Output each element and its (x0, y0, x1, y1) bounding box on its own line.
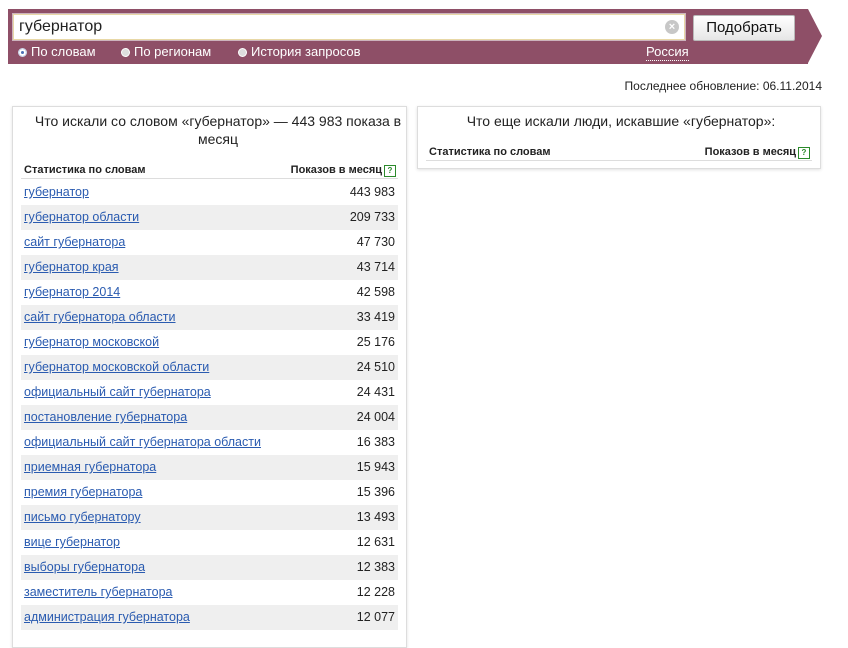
keyword-link[interactable]: официальный сайт губернатора области (24, 430, 261, 455)
tab-label: По словам (31, 44, 96, 59)
column-header-count-label: Показов в месяц (290, 164, 382, 176)
table-row: сайт губернатора области 33 419 (21, 305, 398, 330)
table-row: администрация губернатора 12 077 (21, 605, 398, 630)
keyword-link[interactable]: сайт губернатора (24, 230, 125, 255)
region-selector-link[interactable]: Россия (646, 44, 689, 61)
submit-button[interactable]: Подобрать (693, 15, 795, 41)
header-divider (426, 160, 812, 161)
keyword-link[interactable]: приемная губернатора (24, 455, 156, 480)
tab-label: История запросов (251, 44, 361, 59)
impressions-count: 12 077 (356, 610, 395, 624)
keyword-link[interactable]: губернатор (24, 180, 89, 205)
table-row: вице губернатор 12 631 (21, 530, 398, 555)
tab-by-words[interactable]: По словам (18, 44, 96, 60)
table-row: официальный сайт губернатора области 16 3… (21, 430, 398, 455)
impressions-count: 12 383 (356, 560, 395, 574)
keyword-link[interactable]: губернатор 2014 (24, 280, 120, 305)
tab-query-history[interactable]: История запросов (238, 44, 361, 60)
column-header-count-label: Показов в месяц (704, 146, 796, 158)
keyword-stats-panel: Что искали со словом «губернатор» — 443 … (12, 106, 407, 648)
keyword-link[interactable]: официальный сайт губернатора (24, 380, 211, 405)
tab-by-regions[interactable]: По регионам (121, 44, 211, 60)
table-row: губернатор области 209 733 (21, 205, 398, 230)
keyword-link[interactable]: губернатор края (24, 255, 119, 280)
impressions-count: 24 004 (356, 410, 395, 424)
table-row: приемная губернатора 15 943 (21, 455, 398, 480)
table-row: губернатор края 43 714 (21, 255, 398, 280)
keyword-link[interactable]: постановление губернатора (24, 405, 187, 430)
radio-icon[interactable] (238, 48, 247, 57)
related-queries-panel: Что еще искали люди, искавшие «губернато… (417, 106, 821, 169)
clear-icon[interactable]: × (665, 20, 679, 34)
table-row: официальный сайт губернатора 24 431 (21, 380, 398, 405)
impressions-count: 16 383 (356, 435, 395, 449)
keyword-link[interactable]: письмо губернатору (24, 505, 141, 530)
table-row: губернатор 2014 42 598 (21, 280, 398, 305)
impressions-count: 33 419 (356, 310, 395, 324)
impressions-count: 24 431 (356, 385, 395, 399)
table-row: премия губернатора 15 396 (21, 480, 398, 505)
keyword-table: губернатор 443 983 губернатор области 209 7… (21, 180, 398, 630)
impressions-count: 12 228 (356, 585, 395, 599)
table-row: губернатор 443 983 (21, 180, 398, 205)
panel-title: Что еще искали люди, искавшие «губернато… (466, 113, 776, 129)
panel-title: Что искали со словом «губернатор» — 443 … (34, 113, 402, 147)
impressions-count: 15 943 (356, 460, 395, 474)
impressions-count: 24 510 (356, 360, 395, 374)
header-arrow-decoration (808, 9, 822, 63)
keyword-link[interactable]: премия губернатора (24, 480, 142, 505)
search-box[interactable]: × (12, 13, 686, 41)
header-divider (21, 178, 398, 179)
radio-icon[interactable] (121, 48, 130, 57)
column-header-words: Статистика по словам (429, 146, 551, 158)
table-row: письмо губернатору 13 493 (21, 505, 398, 530)
impressions-count: 443 983 (349, 185, 395, 199)
impressions-count: 43 714 (356, 260, 395, 274)
impressions-count: 15 396 (356, 485, 395, 499)
help-icon[interactable]: ? (798, 147, 810, 159)
impressions-count: 209 733 (349, 210, 395, 224)
impressions-count: 47 730 (356, 235, 395, 249)
keyword-link[interactable]: администрация губернатора (24, 605, 190, 630)
last-update-text: Последнее обновление: 06.11.2014 (624, 79, 822, 93)
search-input[interactable] (19, 17, 659, 37)
keyword-link[interactable]: заместитель губернатора (24, 580, 172, 605)
keyword-link[interactable]: губернатор московской области (24, 355, 209, 380)
table-row: губернатор московской области 24 510 (21, 355, 398, 380)
impressions-count: 13 493 (356, 510, 395, 524)
keyword-link[interactable]: сайт губернатора области (24, 305, 176, 330)
help-icon[interactable]: ? (384, 165, 396, 177)
table-row: губернатор московской 25 176 (21, 330, 398, 355)
table-row: заместитель губернатора 12 228 (21, 580, 398, 605)
keyword-link[interactable]: выборы губернатора (24, 555, 145, 580)
column-header-count: Показов в месяц? (705, 146, 810, 159)
impressions-count: 42 598 (356, 285, 395, 299)
radio-selected-icon[interactable] (18, 48, 27, 57)
impressions-count: 25 176 (356, 335, 395, 349)
keyword-link[interactable]: губернатор области (24, 205, 139, 230)
table-row: постановление губернатора 24 004 (21, 405, 398, 430)
impressions-count: 12 631 (356, 535, 395, 549)
keyword-link[interactable]: вице губернатор (24, 530, 120, 555)
tab-label: По регионам (134, 44, 212, 59)
column-header-count: Показов в месяц? (291, 164, 396, 177)
table-row: выборы губернатора 12 383 (21, 555, 398, 580)
table-row: сайт губернатора 47 730 (21, 230, 398, 255)
column-header-words: Статистика по словам (24, 164, 146, 176)
keyword-link[interactable]: губернатор московской (24, 330, 159, 355)
